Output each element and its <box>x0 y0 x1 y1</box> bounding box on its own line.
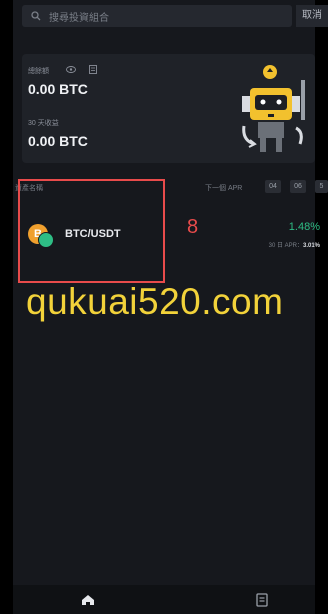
countdown-seconds: 5 <box>315 180 328 193</box>
apr30-label: 30 日 APR： <box>268 243 303 249</box>
search-icon <box>31 11 41 21</box>
robot-icon <box>242 65 305 152</box>
wallet-icon[interactable] <box>256 593 268 607</box>
summary-card: 總餘額 0.00 BTC 30 天收益 0.00 BTC <box>22 54 315 163</box>
next-apr-header: 下一個 APR <box>205 185 243 192</box>
search-bar[interactable]: 搜尋投資組合 <box>22 5 292 27</box>
apr30-line: 30 日 APR：3.01% <box>269 240 320 249</box>
income-value: 0.00 BTC <box>28 133 88 149</box>
countdown-hours: 04 <box>265 180 281 193</box>
apr-value: 1.48% <box>288 221 320 233</box>
income-label: 30 天收益 <box>28 120 59 127</box>
annotation-highlight-box <box>18 179 165 283</box>
watermark-text: qukuai520.com <box>26 281 284 322</box>
apr30-value: 3.01% <box>302 243 320 249</box>
home-icon[interactable] <box>81 594 95 606</box>
eye-icon[interactable] <box>66 66 76 73</box>
cancel-button[interactable]: 取消 <box>296 5 328 27</box>
countdown-minutes: 06 <box>290 180 306 193</box>
bottom-nav <box>13 585 315 614</box>
total-balance-value: 0.00 BTC <box>28 81 88 97</box>
annotation-number: 8 <box>187 216 199 238</box>
history-icon[interactable] <box>89 65 97 74</box>
search-input[interactable]: 搜尋投資組合 <box>49 9 109 24</box>
total-balance-label: 總餘額 <box>28 68 49 75</box>
